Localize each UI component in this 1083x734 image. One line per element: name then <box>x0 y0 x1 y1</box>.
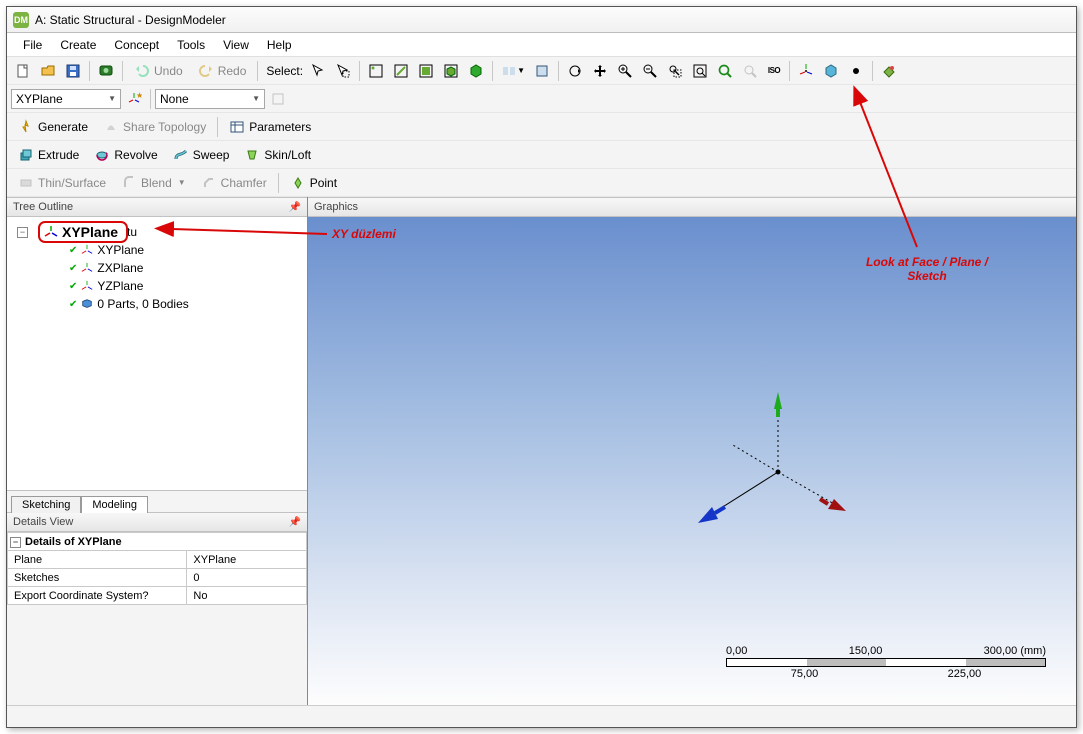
menu-file[interactable]: File <box>15 36 50 54</box>
share-topology-button[interactable]: Share Topology <box>96 116 213 138</box>
window-title: A: Static Structural - DesignModeler <box>35 13 226 27</box>
zoom-box-icon[interactable] <box>663 60 687 82</box>
save-icon[interactable] <box>61 60 85 82</box>
select-arrow-icon[interactable] <box>306 60 330 82</box>
tree-item-parts[interactable]: ✔ 0 Parts, 0 Bodies <box>11 295 303 313</box>
details-row[interactable]: PlaneXYPlane <box>8 551 307 569</box>
look-at-icon[interactable] <box>794 60 818 82</box>
pan-icon[interactable] <box>588 60 612 82</box>
filter-body-icon[interactable] <box>439 60 463 82</box>
details-title: Details of XYPlane <box>25 536 122 548</box>
menu-help[interactable]: Help <box>259 36 300 54</box>
body: Tree Outline 📌 − XYPlane tu ✔ XYPlane <box>7 197 1076 705</box>
toolbar-generate: Generate Share Topology Parameters <box>7 113 1076 141</box>
skin-loft-button[interactable]: Skin/Loft <box>237 144 318 166</box>
graphics-header: Graphics <box>308 197 1076 217</box>
menu-tools[interactable]: Tools <box>169 36 213 54</box>
details-header: Details View 📌 <box>7 512 307 532</box>
new-plane-icon[interactable]: ★ <box>122 88 146 110</box>
expand-sel-icon[interactable] <box>530 60 554 82</box>
export-icon[interactable] <box>94 60 118 82</box>
pin-icon[interactable]: 📌 <box>289 202 301 213</box>
titlebar: DM A: Static Structural - DesignModeler <box>7 7 1076 33</box>
zoom-out-icon[interactable] <box>638 60 662 82</box>
open-icon[interactable] <box>36 60 60 82</box>
magnify-plus-icon[interactable] <box>713 60 737 82</box>
filter-body-green-icon[interactable] <box>464 60 488 82</box>
generate-button[interactable]: Generate <box>11 116 95 138</box>
app-window: DM A: Static Structural - DesignModeler … <box>6 6 1077 728</box>
tree-item-yzplane[interactable]: ✔ YZPlane <box>11 277 303 295</box>
details-row[interactable]: Export Coordinate System?No <box>8 587 307 605</box>
tree-outline[interactable]: − XYPlane tu ✔ XYPlane ✔ ZXPlane <box>7 217 307 490</box>
app-icon: DM <box>13 12 29 28</box>
left-panel: Tree Outline 📌 − XYPlane tu ✔ XYPlane <box>7 197 308 705</box>
toolbar-main: Undo Redo Select: ▼ ISO <box>7 57 1076 85</box>
toolbar-modify: Thin/Surface Blend▼ Chamfer Point <box>7 169 1076 197</box>
toolbar-features: Extrude Revolve Sweep Skin/Loft <box>7 141 1076 169</box>
details-view: −Details of XYPlane PlaneXYPlane Sketche… <box>7 532 307 605</box>
redo-button[interactable]: Redo <box>191 60 254 82</box>
toolbar-plane: XYPlane▼ ★ None▼ <box>7 85 1076 113</box>
iso-view-icon[interactable]: ISO <box>763 60 785 82</box>
extrude-button[interactable]: Extrude <box>11 144 86 166</box>
details-row[interactable]: Sketches0 <box>8 569 307 587</box>
svg-text:★: ★ <box>136 91 142 100</box>
select-label: Select: <box>262 64 305 78</box>
graphics-panel: Graphics <box>308 197 1076 705</box>
statusbar <box>7 705 1076 727</box>
plane-view-icon[interactable] <box>877 60 901 82</box>
zoom-prev-icon[interactable] <box>738 60 762 82</box>
tree-item-xyplane[interactable]: ✔ XYPlane <box>11 241 303 259</box>
chamfer-button[interactable]: Chamfer <box>194 172 274 194</box>
filter-point-icon[interactable] <box>364 60 388 82</box>
zoom-in-icon[interactable] <box>613 60 637 82</box>
tree-item-zxplane[interactable]: ✔ ZXPlane <box>11 259 303 277</box>
rotate-icon[interactable] <box>563 60 587 82</box>
undo-button[interactable]: Undo <box>127 60 190 82</box>
sweep-button[interactable]: Sweep <box>166 144 237 166</box>
tree-outline-header: Tree Outline 📌 <box>7 197 307 217</box>
new-sketch-icon[interactable] <box>266 88 290 110</box>
filter-edge-icon[interactable] <box>389 60 413 82</box>
plane-combo[interactable]: XYPlane▼ <box>11 89 121 109</box>
menu-create[interactable]: Create <box>52 36 104 54</box>
collapse-icon[interactable]: − <box>17 227 28 238</box>
zoom-fit-icon[interactable] <box>688 60 712 82</box>
tab-modeling[interactable]: Modeling <box>81 496 148 513</box>
pin-icon[interactable]: 📌 <box>289 517 301 528</box>
display-point-icon[interactable] <box>844 60 868 82</box>
menubar: File Create Concept Tools View Help <box>7 33 1076 57</box>
display-cube-icon[interactable] <box>819 60 843 82</box>
extend-sel-icon[interactable]: ▼ <box>497 60 529 82</box>
menu-view[interactable]: View <box>215 36 257 54</box>
tab-sketching[interactable]: Sketching <box>11 496 81 513</box>
point-button[interactable]: Point <box>283 172 344 194</box>
viewport[interactable]: 0,00 150,00 300,00 (mm) 75,00 225,00 <box>308 217 1076 705</box>
scale-bar: 0,00 150,00 300,00 (mm) 75,00 225,00 <box>726 645 1046 680</box>
tree-root-selected[interactable]: XYPlane <box>38 221 128 243</box>
select-box-icon[interactable] <box>331 60 355 82</box>
new-icon[interactable] <box>11 60 35 82</box>
triad-icon <box>678 387 848 557</box>
parameters-button[interactable]: Parameters <box>222 116 318 138</box>
thin-surface-button[interactable]: Thin/Surface <box>11 172 113 194</box>
menu-concept[interactable]: Concept <box>106 36 167 54</box>
sketch-combo[interactable]: None▼ <box>155 89 265 109</box>
tree-tabs: Sketching Modeling <box>7 490 307 512</box>
tree-root-row[interactable]: − XYPlane tu <box>11 223 303 241</box>
revolve-button[interactable]: Revolve <box>87 144 164 166</box>
blend-button[interactable]: Blend▼ <box>114 172 193 194</box>
filter-face-icon[interactable] <box>414 60 438 82</box>
